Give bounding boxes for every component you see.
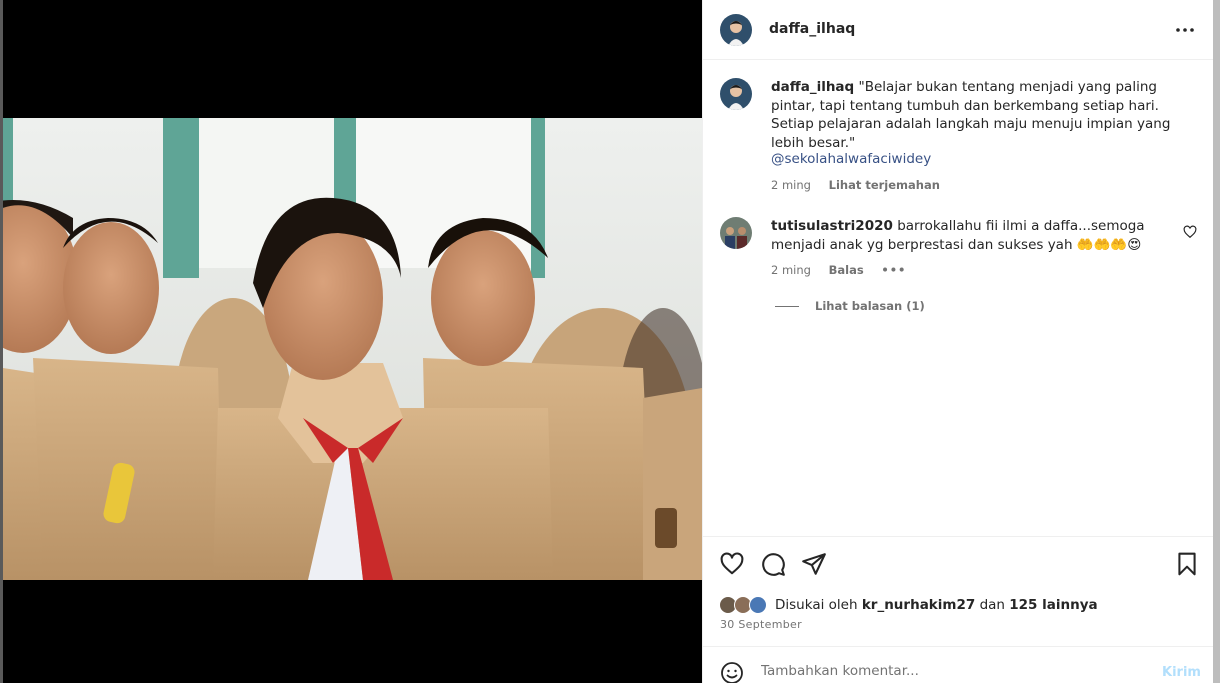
avatar-image — [720, 14, 752, 46]
see-translation-link[interactable]: Lihat terjemahan — [829, 178, 940, 192]
post-date[interactable]: 30 September — [720, 618, 802, 631]
likes-others-link[interactable]: 125 lainnya — [1009, 597, 1097, 613]
avatar-image — [720, 78, 752, 110]
view-replies-label: Lihat balasan (1) — [815, 299, 925, 313]
window-edge — [1213, 0, 1220, 683]
likes-and: dan — [979, 597, 1005, 613]
post-photo[interactable] — [3, 118, 702, 580]
like-button[interactable] — [719, 551, 745, 577]
reply-link[interactable]: Balas — [829, 263, 864, 277]
post-actions: Disukai oleh kr_nurhakim27 dan 125 lainn… — [703, 536, 1214, 646]
comment-button[interactable] — [760, 551, 786, 577]
add-comment-bar: Kirim — [703, 646, 1214, 683]
comment-input[interactable] — [761, 663, 1151, 679]
post-header: daffa_ilhaq — [703, 0, 1214, 60]
likes-summary: Disukai oleh kr_nurhakim27 dan 125 lainn… — [719, 594, 1098, 616]
caption-author-username[interactable]: daffa_ilhaq — [771, 79, 854, 95]
avatar-image — [720, 217, 752, 249]
smiley-icon — [721, 662, 743, 683]
likes-prefix: Disukai oleh — [775, 597, 858, 613]
comment-body: tutisulastri2020 barrokallahu fii ilmi a… — [771, 217, 1171, 254]
share-button[interactable] — [801, 551, 827, 577]
liker-avatars[interactable] — [719, 594, 773, 616]
post-media-container — [3, 0, 702, 683]
commenter-avatar[interactable] — [720, 217, 752, 249]
liker-avatar — [749, 596, 767, 614]
author-username[interactable]: daffa_ilhaq — [769, 21, 855, 37]
caption-meta: 2 ming Lihat terjemahan — [771, 178, 954, 192]
save-button[interactable] — [1174, 551, 1200, 577]
comment-meta: 2 ming Balas ••• — [771, 263, 920, 277]
replies-divider — [775, 306, 799, 307]
mention-link[interactable]: @sekolahalwafaciwidey — [771, 151, 931, 167]
comment-bubble-icon — [762, 553, 785, 576]
post-comment-button[interactable]: Kirim — [1162, 665, 1201, 680]
paper-plane-icon — [802, 553, 826, 575]
liker-username[interactable]: kr_nurhakim27 — [862, 597, 975, 613]
post-caption: daffa_ilhaq "Belajar bukan tentang menja… — [771, 78, 1191, 152]
heart-icon — [1183, 225, 1197, 239]
heart-icon — [720, 552, 744, 575]
view-replies-link[interactable]: Lihat balasan (1) — [775, 299, 925, 313]
emoji-picker-button[interactable] — [720, 661, 744, 683]
author-avatar[interactable] — [720, 14, 752, 46]
more-horizontal-icon — [1176, 28, 1194, 32]
comment-time: 2 ming — [771, 263, 811, 277]
students-classroom-photo — [3, 118, 702, 580]
more-options-button[interactable] — [1173, 18, 1197, 42]
commenter-username[interactable]: tutisulastri2020 — [771, 218, 893, 234]
caption-author-avatar[interactable] — [720, 78, 752, 110]
post-details-panel: daffa_ilhaq daffa_ilhaq "Belajar bukan t… — [702, 0, 1214, 683]
bookmark-icon — [1178, 552, 1196, 576]
caption-time: 2 ming — [771, 178, 811, 192]
comment-more-button[interactable]: ••• — [881, 263, 906, 277]
comment-emojis: 🤲🤲🤲😍 — [1076, 236, 1142, 253]
comment-like-button[interactable] — [1183, 224, 1197, 239]
